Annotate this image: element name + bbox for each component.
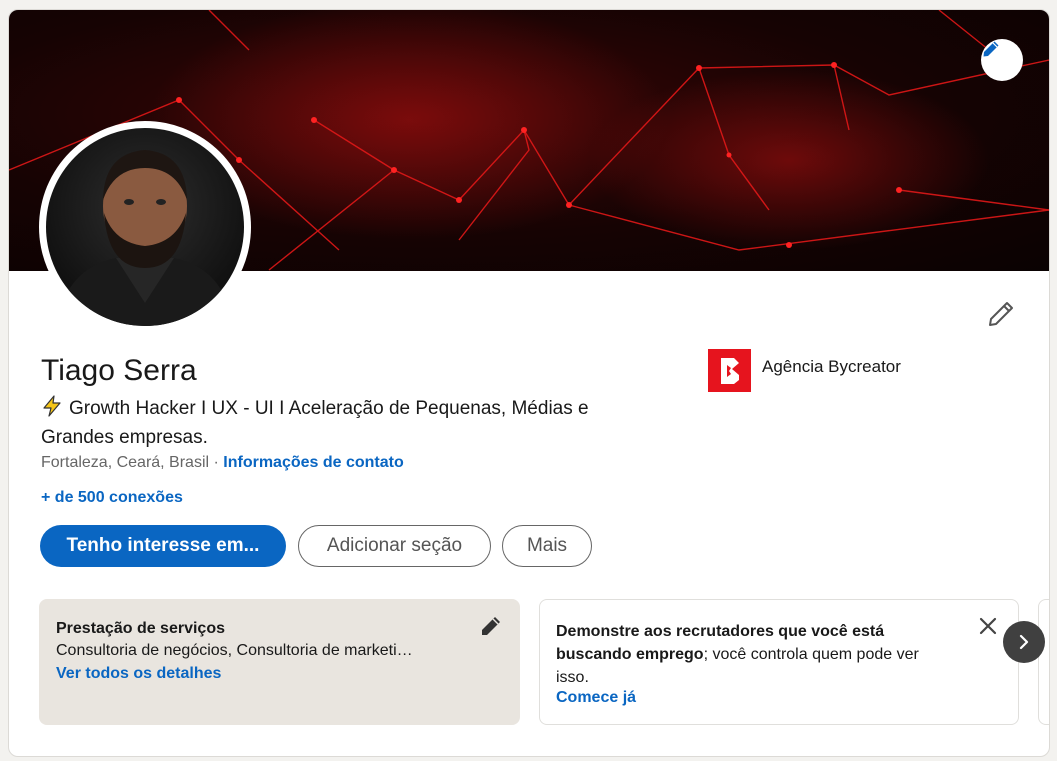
chevron-right-icon <box>1019 634 1029 650</box>
add-section-button[interactable]: Adicionar seção <box>298 525 491 567</box>
connections-link[interactable]: + de 500 conexões <box>41 489 183 507</box>
person-portrait <box>56 150 234 326</box>
services-description: Consultoria de negócios, Consultoria de … <box>56 642 413 659</box>
dismiss-card-button[interactable] <box>976 614 1000 638</box>
open-to-work-text: Demonstre aos recrutadores que você está… <box>556 620 956 689</box>
profile-headline: Growth Hacker I UX - UI I Aceleração de … <box>41 395 661 451</box>
pencil-icon <box>482 617 500 635</box>
get-started-link[interactable]: Comece já <box>556 689 636 707</box>
contact-info-link[interactable]: Informações de contato <box>223 454 403 471</box>
next-card-peek <box>1038 599 1049 725</box>
services-title: Prestação de serviços <box>56 620 225 637</box>
edit-services-button[interactable] <box>480 615 504 639</box>
more-button[interactable]: Mais <box>502 525 592 567</box>
company-name: Agência Bycreator <box>762 356 901 376</box>
location-separator: · <box>209 454 224 471</box>
close-icon <box>979 617 997 635</box>
profile-photo[interactable] <box>39 121 251 333</box>
services-details-link[interactable]: Ver todos os detalhes <box>56 665 221 683</box>
open-to-button[interactable]: Tenho interesse em... <box>40 525 286 567</box>
company-link[interactable]: Agência Bycreator <box>708 349 901 392</box>
profile-location-row: Fortaleza, Ceará, Brasil · Informações d… <box>41 454 404 472</box>
headline-text: Growth Hacker I UX - UI I Aceleração de … <box>41 398 589 448</box>
carousel-next-button[interactable] <box>1003 621 1045 663</box>
edit-banner-button[interactable] <box>981 39 1023 81</box>
edit-intro-button[interactable] <box>983 296 1019 332</box>
profile-card: Tiago Serra Growth Hacker I UX - UI I Ac… <box>8 9 1050 757</box>
pencil-icon <box>983 41 999 57</box>
location-text: Fortaleza, Ceará, Brasil <box>41 454 210 471</box>
open-to-work-card: Demonstre aos recrutadores que você está… <box>539 599 1019 725</box>
services-card[interactable]: Prestação de serviços Consultoria de neg… <box>39 599 520 725</box>
company-logo <box>708 349 751 392</box>
profile-name: Tiago Serra <box>41 354 197 387</box>
pencil-icon <box>989 302 1013 326</box>
avatar-image <box>46 128 244 326</box>
lightning-icon <box>41 395 63 425</box>
